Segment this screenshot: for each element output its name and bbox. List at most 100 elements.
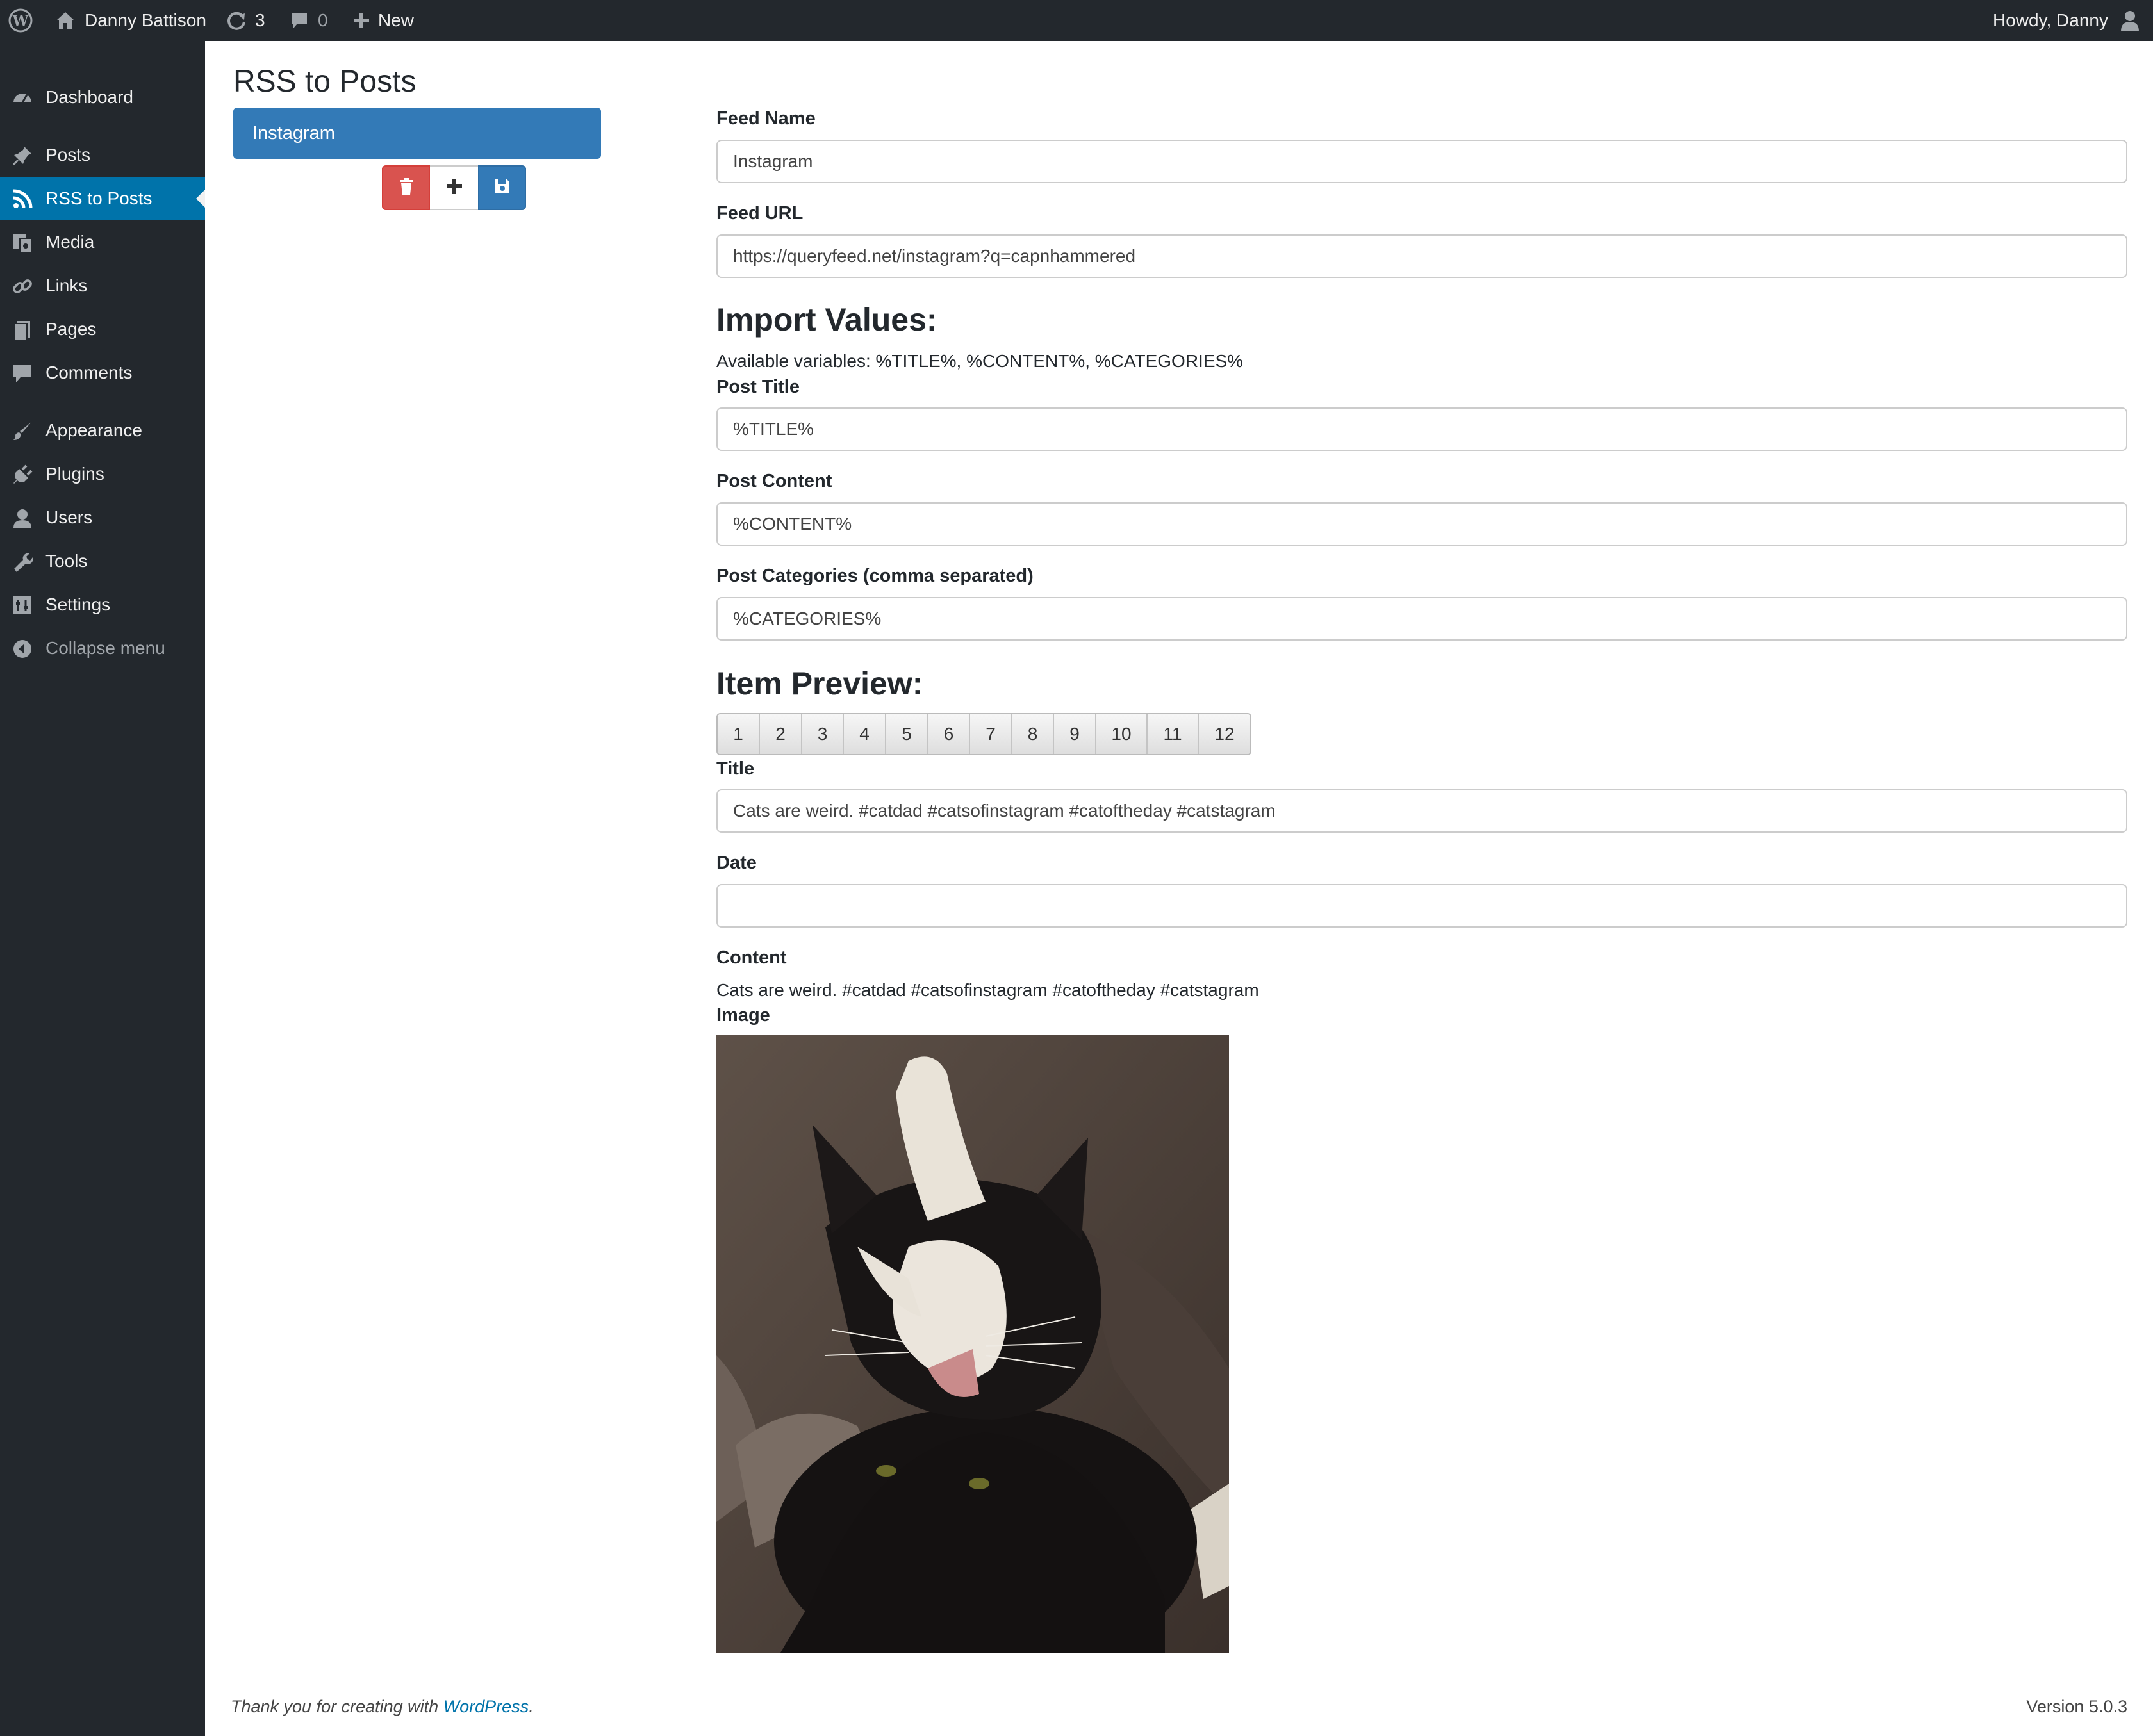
post-title-label: Post Title [716, 377, 800, 397]
preview-title-value: Cats are weird. #catdad #catsofinstagram… [733, 801, 1276, 821]
item-preview-heading: Item Preview: [716, 666, 923, 701]
preview-page-button[interactable]: 10 [1096, 714, 1148, 754]
sidebar-item-tools[interactable]: Tools [0, 539, 205, 583]
post-title-input[interactable]: %TITLE% [716, 407, 2127, 451]
wordpress-link[interactable]: WordPress [443, 1697, 529, 1716]
feed-url-input[interactable]: https://queryfeed.net/instagram?q=capnha… [716, 234, 2127, 278]
sidebar-item-label: Dashboard [45, 87, 133, 107]
preview-page-button[interactable]: 1 [718, 714, 760, 754]
preview-page-button[interactable]: 6 [928, 714, 970, 754]
sidebar-item-label: Tools [45, 551, 88, 571]
sidebar-item-plugins[interactable]: Plugins [0, 452, 205, 496]
page-title: RSS to Posts [233, 65, 417, 99]
preview-page-button[interactable]: 8 [1012, 714, 1054, 754]
sidebar-item-links[interactable]: Links [0, 264, 205, 307]
preview-page-button[interactable]: 5 [886, 714, 928, 754]
sidebar-item-rss-to-posts[interactable]: RSS to Posts [0, 177, 205, 220]
comment-icon [290, 11, 309, 30]
post-title-value: %TITLE% [733, 419, 814, 439]
sidebar-item-label: Plugins [45, 464, 104, 484]
add-feed-button[interactable] [430, 165, 478, 210]
delete-feed-button[interactable] [382, 165, 430, 210]
sidebar-item-dashboard[interactable]: Dashboard [0, 76, 205, 119]
updates-count: 3 [255, 10, 265, 30]
wordpress-logo-icon[interactable]: W [8, 0, 33, 41]
sidebar-item-label: Settings [45, 594, 111, 614]
feed-url-value: https://queryfeed.net/instagram?q=capnha… [733, 246, 1136, 266]
new-content-link[interactable]: New [352, 0, 414, 41]
avatar-icon [2120, 10, 2140, 31]
preview-page-button[interactable]: 11 [1148, 714, 1199, 754]
footer-thanks: Thank you for creating with WordPress. [231, 1697, 534, 1717]
post-content-value: %CONTENT% [733, 514, 852, 534]
howdy-label: Howdy, Danny [1992, 10, 2108, 30]
pages-icon [12, 319, 33, 341]
sidebar-item-label: RSS to Posts [45, 188, 153, 208]
post-content-label: Post Content [716, 471, 832, 491]
footer-thanks-suffix: . [529, 1697, 534, 1716]
preview-content-text: Cats are weird. #catdad #catsofinstagram… [716, 980, 1259, 1000]
preview-pager: 1 2 3 4 5 6 7 8 9 10 11 12 [716, 713, 1251, 755]
sidebar-item-media[interactable]: Media [0, 220, 205, 264]
updates-link[interactable]: 3 [226, 0, 265, 41]
site-name-link[interactable]: Danny Battison [55, 0, 206, 41]
updates-icon [226, 10, 247, 31]
feed-name-label: Feed Name [716, 108, 816, 129]
footer-thanks-text: Thank you for creating with [231, 1697, 443, 1716]
link-icon [12, 275, 33, 297]
home-icon [55, 11, 76, 30]
preview-content-label: Content [716, 947, 787, 968]
feed-url-label: Feed URL [716, 203, 804, 224]
main-content: RSS to Posts Instagram Feed Name Instagr… [205, 41, 2153, 1736]
available-variables-text: Available variables: %TITLE%, %CONTENT%,… [716, 351, 1244, 371]
comments-link[interactable]: 0 [290, 0, 328, 41]
sidebar-item-label: Media [45, 232, 95, 252]
preview-page-button[interactable]: 9 [1054, 714, 1096, 754]
sidebar-item-label: Comments [45, 363, 133, 382]
preview-date-input[interactable] [716, 884, 2127, 928]
preview-page-button[interactable]: 2 [760, 714, 802, 754]
post-categories-input[interactable]: %CATEGORIES% [716, 597, 2127, 641]
sidebar-item-label: Pages [45, 319, 97, 339]
post-categories-label: Post Categories (comma separated) [716, 566, 1034, 586]
media-icon [12, 232, 33, 254]
dashboard-icon [12, 87, 33, 109]
preview-title-input[interactable]: Cats are weird. #catdad #catsofinstagram… [716, 789, 2127, 833]
pin-icon [12, 145, 33, 167]
comments-count: 0 [318, 10, 328, 30]
sidebar-item-label: Collapse menu [45, 638, 165, 658]
site-name-label: Danny Battison [85, 10, 206, 30]
user-icon [12, 507, 33, 529]
preview-page-button[interactable]: 7 [970, 714, 1012, 754]
wrench-icon [12, 551, 33, 573]
preview-page-button[interactable]: 3 [802, 714, 844, 754]
sidebar-item-appearance[interactable]: Appearance [0, 409, 205, 452]
plugin-icon [12, 464, 33, 486]
feed-name-value: Instagram [733, 151, 813, 171]
import-values-heading: Import Values: [716, 302, 937, 338]
post-categories-value: %CATEGORIES% [733, 609, 882, 628]
preview-image [716, 1035, 1229, 1653]
feed-name-input[interactable]: Instagram [716, 140, 2127, 183]
sidebar-item-users[interactable]: Users [0, 496, 205, 539]
rss-icon [12, 188, 33, 210]
new-label: New [378, 10, 415, 30]
my-account-link[interactable]: Howdy, Danny [1993, 0, 2140, 41]
post-content-input[interactable]: %CONTENT% [716, 502, 2127, 546]
feed-list-item-label: Instagram [252, 122, 335, 143]
sidebar-item-pages[interactable]: Pages [0, 307, 205, 351]
sidebar-item-settings[interactable]: Settings [0, 583, 205, 626]
svg-text:W: W [12, 13, 29, 29]
sidebar-item-comments[interactable]: Comments [0, 351, 205, 395]
collapse-menu-button[interactable]: Collapse menu [0, 626, 205, 670]
settings-icon [12, 594, 33, 616]
sidebar-item-label: Posts [45, 145, 91, 165]
sidebar-item-posts[interactable]: Posts [0, 133, 205, 177]
feed-list-item[interactable]: Instagram [233, 108, 601, 159]
trash-icon [399, 177, 414, 198]
preview-page-button[interactable]: 12 [1199, 714, 1250, 754]
preview-page-button[interactable]: 4 [844, 714, 886, 754]
save-feed-button[interactable] [478, 165, 526, 210]
preview-date-label: Date [716, 853, 757, 873]
sidebar-item-label: Users [45, 507, 93, 527]
